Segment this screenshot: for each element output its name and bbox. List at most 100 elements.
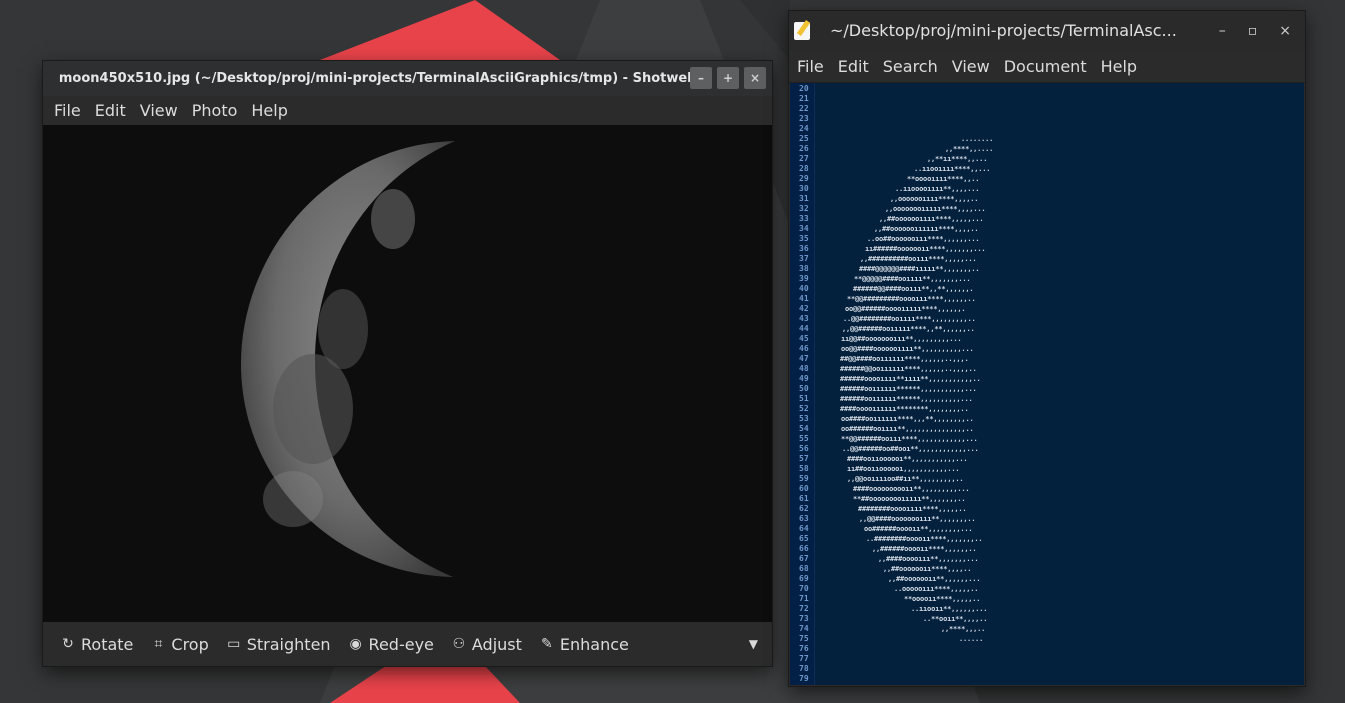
line-number-gutter: 20 21 22 23 24 25 26 27 28 29 30 31 32 33 34 35 36 37 38 39… bbox=[790, 83, 815, 685]
shotwell-toolbar: ↻ Rotate ⌗ Crop ▭ Straighten ◉ Red-eye ⚇… bbox=[43, 622, 772, 666]
code-line: oo####ooıııııı****,,,**,,,,,,,,.. bbox=[841, 415, 974, 423]
menu-file[interactable]: File bbox=[790, 51, 831, 82]
menu-view[interactable]: View bbox=[945, 51, 997, 82]
code-line: ,,##ooooooıııı****,,,,,... bbox=[879, 215, 984, 223]
crop-label: Crop bbox=[171, 634, 209, 654]
minimize-button[interactable]: – bbox=[1219, 11, 1226, 51]
code-line: ####ooooıııııı********,,,,,,,,.. bbox=[840, 405, 969, 413]
menu-document[interactable]: Document bbox=[997, 51, 1094, 82]
rotate-label: Rotate bbox=[81, 634, 134, 654]
line-number: 59 bbox=[799, 474, 809, 483]
line-number: 78 bbox=[799, 664, 809, 673]
code-line: ######ooıııııı******,,,,,,,,,,... bbox=[840, 395, 973, 403]
code-line: ..ııooıı**,,,,,,... bbox=[911, 605, 988, 613]
maximize-button[interactable]: ▫ bbox=[1248, 11, 1258, 51]
rotate-button[interactable]: ↻ Rotate bbox=[60, 635, 133, 654]
straighten-button[interactable]: ▭ Straighten bbox=[226, 635, 330, 654]
line-number: 51 bbox=[799, 394, 809, 403]
line-number: 41 bbox=[799, 294, 809, 303]
code-line: ........ bbox=[961, 135, 994, 143]
line-number: 73 bbox=[799, 614, 809, 623]
line-number: 21 bbox=[799, 94, 809, 103]
line-number: 55 bbox=[799, 434, 809, 443]
code-line: ,,##ooooooıı**,,,,,,... bbox=[888, 575, 981, 583]
code-line: ####ooııoooooı**,,,,,,,,,,,... bbox=[847, 455, 968, 463]
menu-photo[interactable]: Photo bbox=[185, 96, 245, 125]
crop-icon: ⌗ bbox=[154, 636, 163, 652]
line-number: 23 bbox=[799, 114, 809, 123]
code-line: oo@@####ooooooıııı**,,,,,,,,,,... bbox=[841, 345, 974, 353]
adjust-label: Adjust bbox=[471, 634, 522, 654]
code-line: ,,oooooooııııı****,,,,... bbox=[885, 205, 986, 213]
gedit-titlebar[interactable]: ~/Desktop/proj/mini-projects/TerminalAsc… bbox=[789, 11, 1305, 51]
line-number: 76 bbox=[799, 644, 809, 653]
line-number: 30 bbox=[799, 184, 809, 193]
line-number: 68 bbox=[799, 564, 809, 573]
line-number: 37 bbox=[799, 254, 809, 263]
line-number: 45 bbox=[799, 334, 809, 343]
line-number: 31 bbox=[799, 194, 809, 203]
code-line: ,,@@######ooııııı****,,**,,,,,,.. bbox=[842, 325, 975, 333]
line-number: 56 bbox=[799, 444, 809, 453]
code-line: ######@@ooıııııı****,,,,,,..,,,,.. bbox=[840, 365, 977, 373]
maximize-button[interactable]: + bbox=[717, 67, 739, 89]
shotwell-titlebar[interactable]: moon450x510.jpg (~/Desktop/proj/mini-pro… bbox=[43, 61, 772, 96]
line-number: 74 bbox=[799, 624, 809, 633]
menu-edit[interactable]: Edit bbox=[831, 51, 876, 82]
line-number: 48 bbox=[799, 364, 809, 373]
line-number: 32 bbox=[799, 204, 809, 213]
line-number: 57 bbox=[799, 454, 809, 463]
line-number: 44 bbox=[799, 324, 809, 333]
code-line: oo######ooıııı**,,,,,,,,,,,,,,,.. bbox=[841, 425, 974, 433]
photo-viewer[interactable] bbox=[43, 125, 772, 622]
line-number: 35 bbox=[799, 234, 809, 243]
code-line: ,,@@ooııııoo##ıı**,,,,,,,,,.. bbox=[847, 475, 964, 483]
code-line: **@@#########ooooııı****,,,,,,.. bbox=[847, 295, 976, 303]
line-number: 63 bbox=[799, 514, 809, 523]
code-line: ,,**ıı****,,... bbox=[927, 155, 988, 163]
line-number: 66 bbox=[799, 544, 809, 553]
line-number: 50 bbox=[799, 384, 809, 393]
line-number: 34 bbox=[799, 224, 809, 233]
code-line: **ooooıııı****,,.. bbox=[907, 175, 980, 183]
menu-view[interactable]: View bbox=[133, 96, 185, 125]
close-button[interactable]: × bbox=[1279, 11, 1291, 51]
code-line: ,,****,,,.. bbox=[941, 625, 986, 633]
line-number: 29 bbox=[799, 174, 809, 183]
line-number: 25 bbox=[799, 134, 809, 143]
minimize-button[interactable]: – bbox=[690, 67, 712, 89]
code-line: **ooooıı****,,,,,.. bbox=[904, 595, 981, 603]
line-number: 24 bbox=[799, 124, 809, 133]
red-eye-button[interactable]: ◉ Red-eye bbox=[348, 635, 433, 654]
line-number: 60 bbox=[799, 484, 809, 493]
gedit-window: ~/Desktop/proj/mini-projects/TerminalAsc… bbox=[789, 11, 1305, 686]
shotwell-window: moon450x510.jpg (~/Desktop/proj/mini-pro… bbox=[43, 61, 772, 666]
text-editor-area[interactable]: 20 21 22 23 24 25 26 27 28 29 30 31 32 33 34 35 36 37 38 39… bbox=[790, 83, 1304, 685]
menu-search[interactable]: Search bbox=[876, 51, 945, 82]
menu-help[interactable]: Help bbox=[244, 96, 294, 125]
code-line: ıı######ooooooıı****,,,,,,,... bbox=[865, 245, 986, 253]
enhance-button[interactable]: ✎ Enhance bbox=[539, 635, 629, 654]
menu-file[interactable]: File bbox=[47, 96, 88, 125]
line-number: 36 bbox=[799, 244, 809, 253]
crop-button[interactable]: ⌗ Crop bbox=[150, 635, 208, 654]
menu-edit[interactable]: Edit bbox=[88, 96, 133, 125]
adjust-button[interactable]: ⚇ Adjust bbox=[451, 635, 522, 654]
close-button[interactable]: × bbox=[744, 67, 766, 89]
line-number: 77 bbox=[799, 654, 809, 663]
line-number: 67 bbox=[799, 554, 809, 563]
code-line: ####@@@@@@####ııııı**,,,,,,,.. bbox=[859, 265, 980, 273]
eye-icon: ◉ bbox=[349, 636, 362, 652]
chevron-down-icon[interactable]: ▼ bbox=[749, 637, 758, 651]
line-number: 52 bbox=[799, 404, 809, 413]
menu-help[interactable]: Help bbox=[1094, 51, 1144, 82]
code-line: ..oo##ooooooııı****,,,,,,... bbox=[867, 235, 980, 243]
enhance-icon: ✎ bbox=[541, 636, 553, 652]
code-line: ,,##ooooooıııııı****,,,,.. bbox=[874, 225, 979, 233]
line-number: 64 bbox=[799, 524, 809, 533]
code-line: ..ııooooıııı**,,,,... bbox=[895, 185, 980, 193]
code-line: ..ııooıııı****,,... bbox=[914, 165, 991, 173]
code-line: ,,##########ooııı****,,,,,... bbox=[860, 255, 977, 263]
code-line: ##@@####ooıııııı****,,,,,,..,,,. bbox=[840, 355, 969, 363]
line-number: 27 bbox=[799, 154, 809, 163]
